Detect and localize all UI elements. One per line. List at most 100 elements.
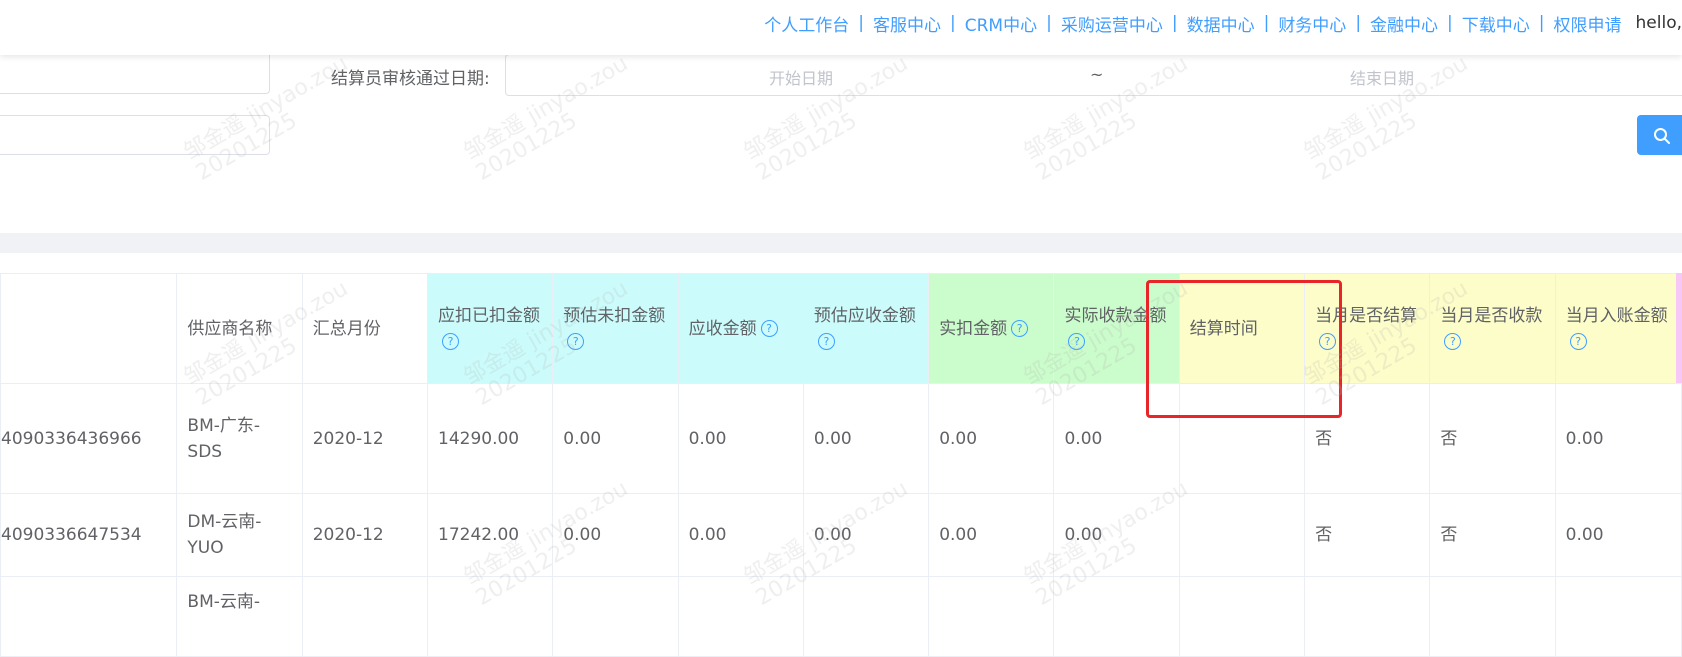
cell-actual-received [1053,576,1180,657]
col-header-month-settled: 当月是否结算? [1304,273,1431,384]
cell-est-receivable [802,576,930,657]
help-icon[interactable]: ? [1319,333,1337,350]
cell-month-received: 否 [1429,493,1556,577]
cell-month-entry: 0.00 [1554,493,1682,577]
col-header-label: 结算时间 [1189,318,1258,339]
cell-id [0,576,178,657]
col-header-month: 汇总月份 [301,273,429,384]
col-header-label: 实际收款金额 [1064,305,1167,326]
cell-supplier: DM-云南-YUO [176,493,303,577]
cell-deducted: 14290.00 [426,383,554,494]
filter-input-1[interactable] [0,50,270,94]
help-icon[interactable]: ? [760,320,778,337]
cell-settle-time [1178,383,1306,494]
cell-receivable: 0.00 [677,493,804,577]
nav-separator: | [1538,13,1545,33]
nav-separator: | [950,13,956,33]
cell-est-undeducted: 0.00 [552,383,679,494]
top-navbar: 个人工作台 | 客服中心 | CRM中心 | 采购运营中心 | 数据中心 | 财… [0,0,1682,55]
help-icon[interactable]: ? [567,333,585,350]
nav-separator: | [1263,13,1270,33]
filter-input-2[interactable] [0,115,270,155]
cell-month-settled [1304,576,1431,657]
nav-item-permission[interactable]: 权限申请 [1554,11,1622,36]
table-row[interactable]: 4090336436966 BM-广东-SDS 2020-12 14290.00… [0,383,1682,494]
help-icon[interactable]: ? [1569,333,1587,350]
col-header-month-entry: 当月入账金额? [1554,273,1682,384]
date-range-separator: ~ [1090,65,1104,84]
cell-actual-deduct: 0.00 [928,493,1055,577]
cell-receivable: 0.00 [677,383,804,494]
nav-item-crm[interactable]: CRM中心 [965,11,1037,36]
nav-item-procurement[interactable]: 采购运营中心 [1061,11,1163,36]
cell-month: 2020-12 [301,383,429,494]
col-header-label: 供应商名称 [187,318,273,339]
cell-actual-deduct [928,576,1055,657]
table-header-row: 供应商名称 汇总月份 应扣已扣金额? 预估未扣金额? 应收金额? 预估应收金额?… [0,273,1682,384]
nav-separator: | [858,13,865,33]
cell-month [301,576,429,657]
col-header-label: 预估未扣金额 [563,305,666,326]
search-button[interactable] [1637,115,1682,155]
cell-est-undeducted [552,576,679,657]
nav-item-data[interactable]: 数据中心 [1187,11,1255,36]
start-date-placeholder[interactable]: 开始日期 [769,65,833,89]
end-date-placeholder[interactable]: 结束日期 [1350,65,1414,89]
col-header-receivable: 应收金额? [677,273,804,384]
col-header-month-received: 当月是否收款? [1429,273,1556,384]
col-header-label: 当月是否收款 [1440,305,1543,326]
nav-separator: | [1355,13,1362,33]
help-icon[interactable]: ? [1068,333,1086,350]
cell-id: 4090336436966 [0,383,178,494]
nav-item-customer-service[interactable]: 客服中心 [873,11,941,36]
nav-separator: | [1171,13,1178,33]
cell-month-entry [1554,576,1682,657]
col-header-label: 当月是否结算 [1315,305,1418,326]
cell-supplier: BM-云南- [176,576,303,657]
cell-est-receivable: 0.00 [802,493,930,577]
cell-deducted: 17242.00 [426,493,554,577]
col-header-supplier: 供应商名称 [176,273,303,384]
col-header-est-receivable: 预估应收金额? [802,273,930,384]
col-header-actual-deduct: 实扣金额? [928,273,1055,384]
settle-audit-date-label: 结算员审核通过日期: [331,69,490,89]
cell-receivable [677,576,804,657]
nav-item-workbench[interactable]: 个人工作台 [764,11,849,36]
col-header-label: 应扣已扣金额 [438,305,540,326]
cell-deducted [426,576,554,657]
col-header-deducted: 应扣已扣金额? [426,273,554,384]
table-row[interactable]: BM-云南- [0,576,1682,657]
col-header-label: 实扣金额 [939,318,1008,339]
table-row[interactable]: 4090336647534 DM-云南-YUO 2020-12 17242.00… [0,493,1682,577]
settlement-table: 供应商名称 汇总月份 应扣已扣金额? 预估未扣金额? 应收金额? 预估应收金额?… [0,273,1682,657]
nav-item-finance[interactable]: 财务中心 [1278,11,1346,36]
help-icon[interactable]: ? [1011,320,1029,337]
cell-actual-deduct: 0.00 [928,383,1055,494]
cell-month: 2020-12 [301,493,429,577]
cell-actual-received: 0.00 [1053,493,1180,577]
nav-item-banking[interactable]: 金融中心 [1370,11,1438,36]
section-divider [0,233,1682,253]
nav-item-download[interactable]: 下载中心 [1462,11,1530,36]
help-icon[interactable]: ? [1444,333,1462,350]
col-header-label: 当月入账金额 [1565,305,1668,326]
cell-id: 4090336647534 [0,493,178,577]
cell-est-receivable: 0.00 [802,383,930,494]
col-header-actual-received: 实际收款金额? [1053,273,1180,384]
help-icon[interactable]: ? [817,333,835,350]
cell-actual-received: 0.00 [1053,383,1180,494]
cell-month-settled: 否 [1304,383,1431,494]
cell-month-settled: 否 [1304,493,1431,577]
cell-month-received [1429,576,1556,657]
cell-month-received: 否 [1429,383,1556,494]
col-header-label: 预估应收金额 [813,305,916,326]
nav-separator: | [1046,13,1052,33]
col-header-settle-time: 结算时间 [1178,273,1306,384]
nav-separator: | [1447,13,1453,33]
cell-supplier: BM-广东-SDS [176,383,303,494]
user-greeting[interactable]: hello, [1636,13,1682,33]
help-icon[interactable]: ? [442,333,459,350]
cell-month-entry: 0.00 [1554,383,1682,494]
col-header-label: 汇总月份 [312,318,381,339]
cell-settle-time [1178,576,1306,657]
